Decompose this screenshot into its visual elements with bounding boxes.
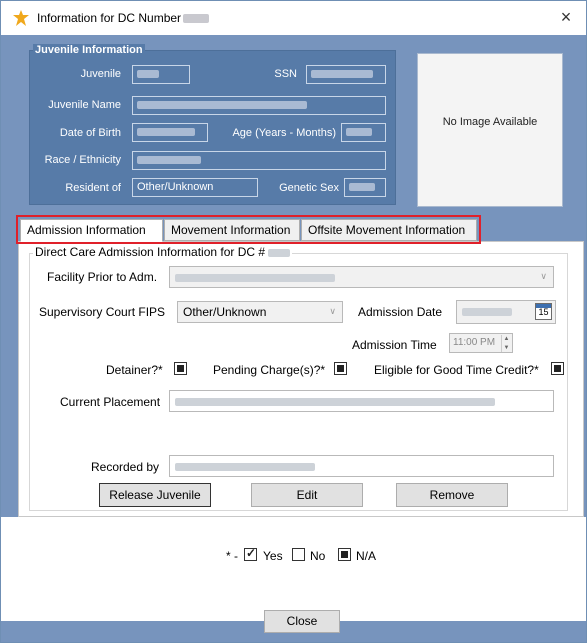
genetic-sex-field: [344, 178, 386, 197]
admission-time-field[interactable]: 11:00 PM ▲ ▼: [449, 333, 513, 353]
spin-up-icon: ▲: [503, 336, 510, 342]
calendar-icon[interactable]: 15: [535, 303, 552, 320]
legend-na-label: N/A: [356, 549, 377, 563]
legend-yes-label: Yes: [263, 549, 283, 563]
close-button[interactable]: Close: [264, 610, 340, 633]
chevron-down-icon: ∨: [329, 306, 336, 316]
race-field: [132, 151, 386, 170]
age-label: Age (Years - Months): [232, 127, 336, 139]
time-spinner[interactable]: ▲ ▼: [501, 335, 511, 352]
current-placement-field[interactable]: [169, 390, 554, 412]
admission-time-label: Admission Time: [352, 338, 437, 352]
supervisory-court-dropdown[interactable]: Other/Unknown ∨: [177, 301, 343, 323]
legend-no-checkbox: [292, 548, 305, 561]
recorded-by-field[interactable]: [169, 455, 554, 477]
tab-offsite-movement-information[interactable]: Offsite Movement Information: [301, 219, 477, 241]
photo-placeholder: No Image Available: [417, 53, 563, 207]
recorded-by-label: Recorded by: [91, 460, 160, 474]
dob-label: Date of Birth: [59, 127, 121, 139]
juvenile-name-label: Juvenile Name: [48, 99, 121, 111]
current-placement-label: Current Placement: [60, 395, 161, 409]
ssn-field: [306, 65, 386, 84]
facility-prior-dropdown[interactable]: ∨: [169, 266, 554, 288]
facility-prior-label: Facility Prior to Adm.: [47, 270, 158, 284]
tab-movement-information[interactable]: Movement Information: [164, 219, 300, 241]
no-image-text: No Image Available: [442, 116, 538, 128]
legend-yes-checkbox: [244, 546, 257, 561]
admission-date-picker[interactable]: 15: [456, 300, 556, 324]
tab-admission-information[interactable]: Admission Information: [20, 219, 163, 242]
detainer-checkbox[interactable]: [174, 362, 187, 375]
chevron-down-icon: ∨: [540, 271, 547, 281]
title-bar: Information for DC Number ×: [1, 1, 586, 35]
window-title: Information for DC Number: [37, 11, 210, 25]
detainer-label: Detainer?*: [106, 363, 163, 377]
legend-area: [1, 517, 586, 621]
legend-prefix: * -: [226, 549, 238, 563]
legend-no-label: No: [310, 549, 326, 563]
good-time-checkbox[interactable]: [551, 362, 564, 375]
ssn-label: SSN: [274, 68, 297, 80]
legend-na-checkbox: [338, 548, 351, 561]
juvenile-name-field: [132, 96, 386, 115]
redacted-dc-number: [183, 14, 210, 24]
spin-down-icon: ▼: [503, 345, 510, 351]
juvenile-info-legend: Juvenile Information: [33, 44, 145, 56]
resident-of-label: Resident of: [65, 182, 121, 194]
resident-of-field: Other/Unknown: [132, 178, 258, 197]
app-star-icon: [13, 10, 29, 26]
remove-button[interactable]: Remove: [396, 483, 508, 507]
dialog-window: Information for DC Number × Juvenile Inf…: [0, 0, 587, 643]
juvenile-label: Juvenile: [80, 68, 121, 80]
good-time-label: Eligible for Good Time Credit?*: [374, 363, 539, 377]
admission-group-legend: Direct Care Admission Information for DC…: [33, 245, 293, 259]
supervisory-court-label: Supervisory Court FIPS: [39, 305, 166, 319]
age-field: [341, 123, 386, 142]
dob-field: [132, 123, 208, 142]
close-window-icon[interactable]: ×: [556, 7, 576, 27]
edit-button[interactable]: Edit: [251, 483, 363, 507]
pending-charges-label: Pending Charge(s)?*: [213, 363, 326, 377]
juvenile-field: [132, 65, 190, 84]
race-label: Race / Ethnicity: [44, 154, 121, 166]
pending-charges-checkbox[interactable]: [334, 362, 347, 375]
admission-date-label: Admission Date: [358, 305, 443, 319]
genetic-sex-label: Genetic Sex: [279, 182, 339, 194]
release-juvenile-button[interactable]: Release Juvenile: [99, 483, 211, 507]
